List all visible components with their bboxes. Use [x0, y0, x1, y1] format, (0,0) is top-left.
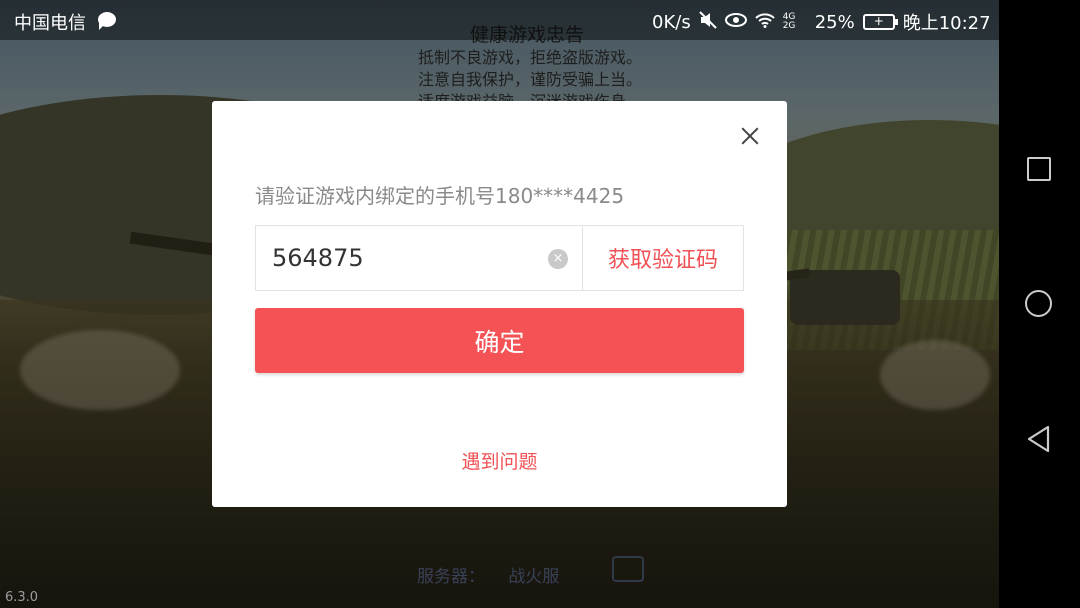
net-speed: 0K/s — [652, 11, 691, 33]
verification-code-row: × 获取验证码 — [255, 225, 744, 291]
eye-icon — [724, 12, 747, 33]
back-button[interactable] — [1023, 423, 1055, 455]
clear-circle-icon[interactable]: × — [548, 249, 568, 269]
confirm-button[interactable]: 确定 — [255, 308, 744, 373]
verification-prompt: 请验证游戏内绑定的手机号180****4425 — [255, 184, 625, 208]
get-code-button[interactable]: 获取验证码 — [583, 226, 743, 290]
square-icon — [1027, 157, 1051, 181]
message-icon — [98, 12, 116, 30]
network-type: 4G 2G — [782, 12, 796, 31]
status-bar: 中国电信 0K/s 4G 2G 25% + 晚上10:27 — [0, 0, 999, 40]
circle-icon — [1025, 290, 1052, 317]
triangle-back-icon — [1027, 425, 1050, 453]
status-icons: 0K/s 4G 2G 25% + 晚上10:27 — [652, 9, 991, 35]
carrier-name: 中国电信 — [14, 13, 86, 34]
navigation-bar — [999, 0, 1080, 608]
close-icon[interactable] — [739, 125, 761, 147]
signal-icon: 4G 2G — [783, 13, 807, 31]
phone-verification-dialog: 请验证游戏内绑定的手机号180****4425 × 获取验证码 确定 遇到问题 — [212, 101, 787, 507]
battery-icon: + — [862, 14, 898, 30]
help-link[interactable]: 遇到问题 — [212, 447, 787, 474]
home-button[interactable] — [1023, 288, 1055, 320]
verification-code-input[interactable] — [256, 226, 583, 290]
mute-icon — [698, 10, 717, 34]
battery-percent: 25% — [814, 11, 855, 33]
clock: 晚上10:27 — [902, 13, 991, 34]
wifi-icon — [755, 12, 775, 33]
recent-apps-button[interactable] — [1023, 153, 1055, 185]
